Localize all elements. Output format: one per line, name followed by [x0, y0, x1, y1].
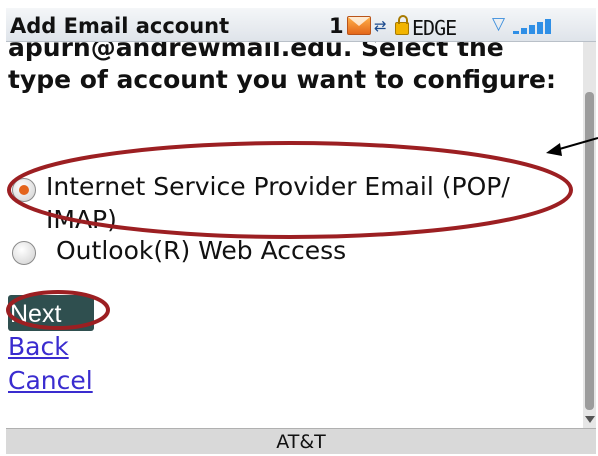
device-screen: Add Email account 1 ⇄ EDGE ▽ apurn@andre… [6, 8, 596, 454]
radio-option-owa[interactable]: Outlook(R) Web Access [8, 234, 508, 270]
lock-icon [395, 15, 409, 35]
scrollbar[interactable] [583, 42, 596, 428]
prompt-text: type of account you want to configure: [8, 65, 557, 94]
app-title: Add Email account [10, 14, 230, 38]
scroll-thumb[interactable] [585, 92, 594, 410]
carrier-label: AT&T [276, 431, 326, 453]
back-link[interactable]: Back [8, 332, 69, 361]
wifi-icon: ▽ [492, 14, 506, 34]
network-icon: ⇄ [374, 17, 387, 35]
radio-unselected-icon[interactable] [12, 241, 36, 265]
scroll-down-arrow-icon[interactable] [585, 416, 595, 423]
next-button[interactable]: Next [8, 295, 94, 331]
status-bar: Add Email account 1 ⇄ EDGE ▽ [6, 8, 596, 42]
radio-selected-icon[interactable] [12, 178, 36, 202]
radio-option-label: Internet Service Provider Email (POP/ IM… [46, 172, 510, 234]
form-content: apurn@andrewmail.edu. Select the type of… [6, 42, 580, 428]
unread-count: 1 [329, 14, 344, 38]
network-label: EDGE [412, 16, 457, 40]
radio-option-label: Outlook(R) Web Access [56, 236, 347, 265]
prompt-partial: apurn@andrewmail.edu. Select the [8, 42, 504, 62]
carrier-bar: AT&T [6, 428, 596, 454]
cancel-link[interactable]: Cancel [8, 366, 93, 395]
mail-icon [347, 16, 371, 35]
signal-icon [509, 18, 553, 34]
